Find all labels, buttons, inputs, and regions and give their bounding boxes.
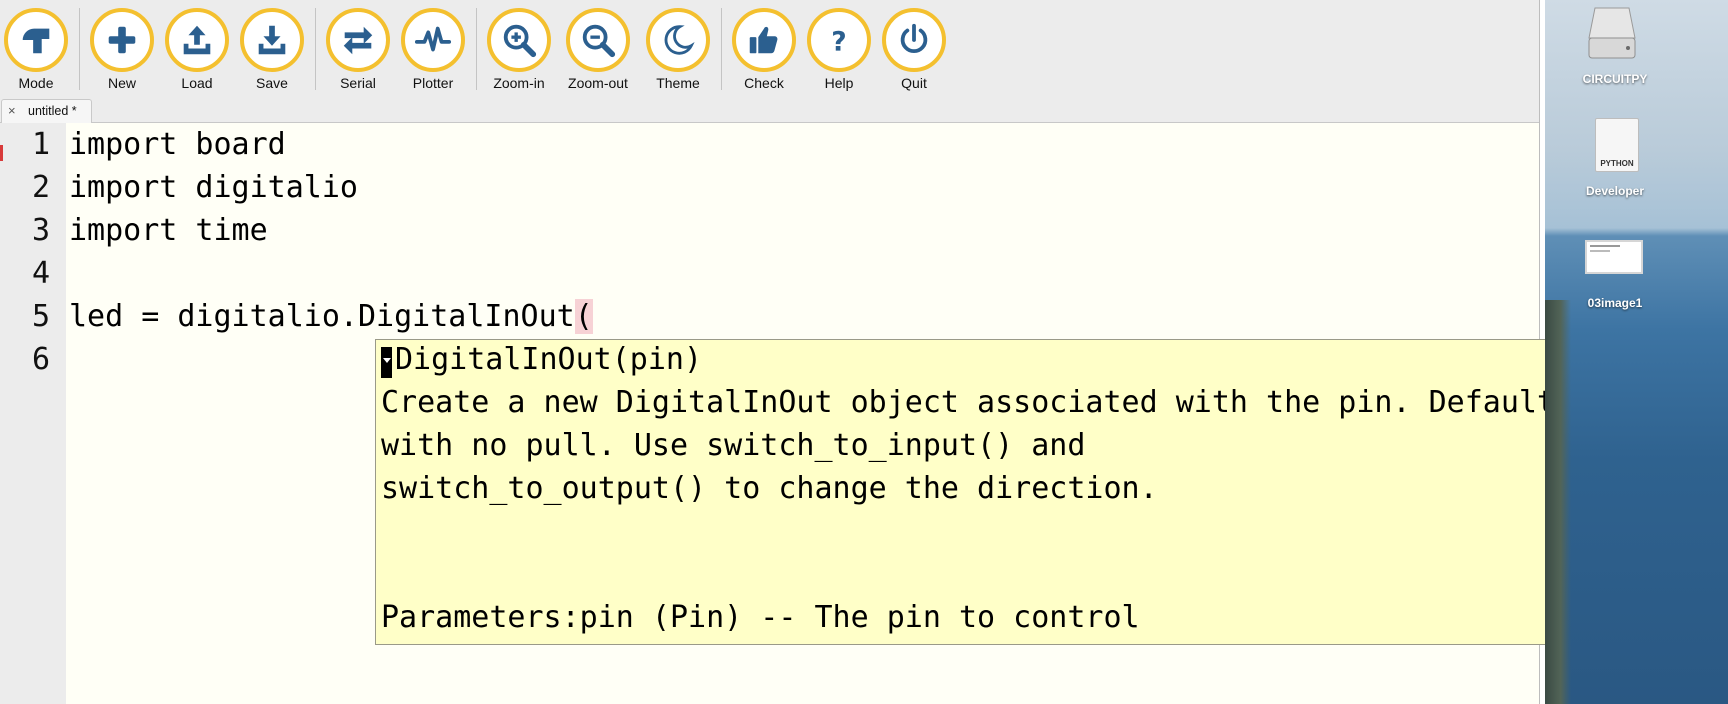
calltip-parameters: Parameters:pin (Pin) -- The pin to contr… [381, 600, 1140, 635]
code-line: import digitalio [69, 170, 358, 205]
new-label: New [107, 75, 136, 91]
line-number: 6 [31, 342, 50, 377]
zoom-out-button[interactable]: Zoom-out [558, 8, 638, 94]
svg-text:?: ? [831, 26, 846, 57]
tab-bar: × untitled * [0, 97, 1539, 123]
serial-label: Serial [340, 75, 376, 91]
code-line-text: led = digitalio.DigitalInOut [69, 299, 575, 334]
line-number-gutter: 1 2 3 4 5 6 [0, 123, 66, 704]
toolbar-separator [721, 8, 722, 90]
toolbar-separator [79, 8, 80, 90]
check-label: Check [744, 75, 784, 91]
power-icon [882, 8, 946, 72]
desktop-icon-label: 03image1 [1587, 296, 1643, 310]
save-label: Save [256, 75, 288, 91]
mode-label: Mode [18, 75, 54, 91]
line-number: 1 [31, 127, 50, 162]
toolbar-separator [315, 8, 316, 90]
zoom-in-icon [487, 8, 551, 72]
plotter-label: Plotter [412, 75, 454, 91]
image-file-icon [1585, 240, 1643, 274]
pulse-icon [401, 8, 465, 72]
calltip-line: with no pull. Use switch_to_input() and [381, 428, 1086, 463]
new-button[interactable]: New [82, 8, 162, 94]
matched-paren: ( [574, 299, 593, 334]
code-line: import time [69, 213, 268, 248]
desktop: CIRCUITPY PYTHON Developer 03image1 [1545, 0, 1728, 704]
theme-button[interactable]: Theme [638, 8, 718, 94]
desktop-icon-03image1[interactable]: 03image1 [1545, 0, 1685, 315]
save-button[interactable]: Save [232, 8, 312, 94]
check-button[interactable]: Check [724, 8, 804, 94]
zoom-out-label: Zoom-out [568, 75, 628, 91]
serial-button[interactable]: Serial [318, 8, 398, 94]
help-button[interactable]: ? Help [799, 8, 879, 94]
upload-icon [165, 8, 229, 72]
load-button[interactable]: Load [157, 8, 237, 94]
mode-icon [4, 8, 68, 72]
tab-untitled[interactable]: × untitled * [1, 99, 92, 123]
code-line-5: led = digitalio.DigitalInOut( [69, 299, 593, 334]
load-label: Load [181, 75, 213, 91]
quit-button[interactable]: Quit [874, 8, 954, 94]
plus-icon [90, 8, 154, 72]
calltip-line: switch_to_output() to change the directi… [381, 471, 1158, 506]
zoom-out-icon [566, 8, 630, 72]
zoom-in-button[interactable]: Zoom-in [479, 8, 559, 94]
plotter-button[interactable]: Plotter [393, 8, 473, 94]
line-number: 5 [31, 299, 50, 334]
quit-label: Quit [901, 75, 927, 91]
mode-button[interactable]: Mode [0, 8, 76, 94]
calltip-line: Create a new DigitalInOut object associa… [381, 385, 1728, 420]
tab-label: untitled * [28, 104, 77, 118]
code-line: import board [69, 127, 286, 162]
question-icon: ? [807, 8, 871, 72]
close-icon[interactable]: × [8, 103, 16, 118]
calltip-popup: DigitalInOut(pin) Create a new DigitalIn… [375, 339, 1728, 645]
line-number: 4 [31, 256, 50, 291]
moon-icon [646, 8, 710, 72]
arrows-swap-icon [326, 8, 390, 72]
line-number: 3 [31, 213, 50, 248]
toolbar-separator [476, 8, 477, 90]
calltip-signature: DigitalInOut(pin) [395, 342, 703, 377]
zoom-in-label: Zoom-in [493, 75, 545, 91]
desktop-wallpaper-rock [1545, 300, 1571, 704]
theme-label: Theme [656, 75, 700, 91]
calltip-arrow-icon[interactable] [381, 347, 392, 378]
download-icon [240, 8, 304, 72]
help-label: Help [824, 75, 854, 91]
thumbs-up-icon [732, 8, 796, 72]
line-number: 2 [31, 170, 50, 205]
toolbar: Mode New Load Save Serial Plotter Zoom-i… [0, 0, 1539, 96]
